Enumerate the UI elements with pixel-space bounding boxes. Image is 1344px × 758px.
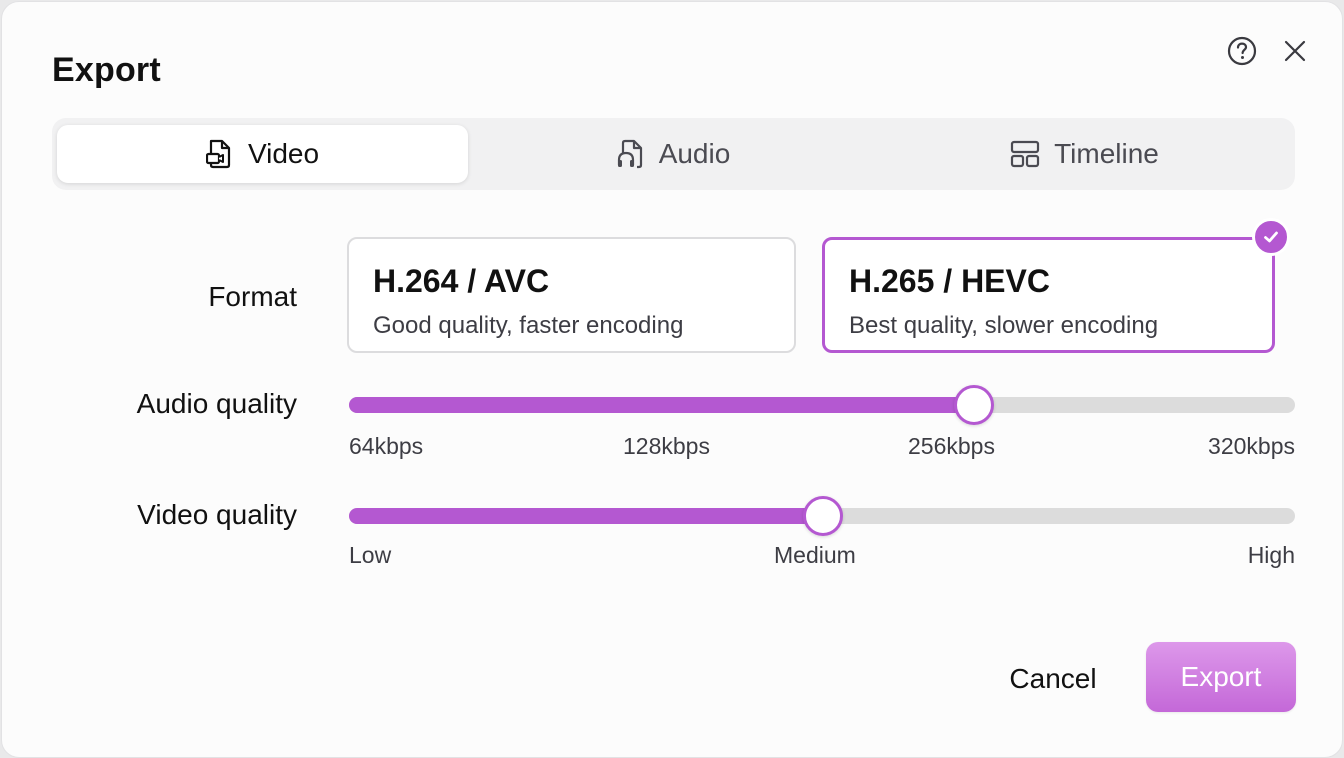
tab-audio-label: Audio xyxy=(658,138,731,169)
close-icon[interactable] xyxy=(1279,35,1311,67)
video-quality-fill xyxy=(349,508,822,524)
video-quality-label: Video quality xyxy=(137,499,297,530)
audio-quality-thumb[interactable] xyxy=(954,385,994,425)
tick-label: 64kbps xyxy=(349,433,424,459)
audio-quality-ticks: 64kbps 128kbps 256kbps 320kbps xyxy=(349,433,1295,461)
tab-video-label: Video xyxy=(247,138,320,169)
video-file-icon xyxy=(205,139,234,169)
timeline-layout-icon xyxy=(1010,139,1040,169)
format-option-title: H.265 / HEVC xyxy=(849,263,1050,299)
tick-label: High xyxy=(1247,542,1295,568)
tick-label: Medium xyxy=(774,542,856,568)
tab-audio[interactable]: Audio xyxy=(468,125,879,183)
export-dialog: Export Video Audio Timeline Format H.264… xyxy=(1,1,1343,758)
format-label: Format xyxy=(208,281,297,312)
video-quality-ticks: Low Medium High xyxy=(349,542,1295,570)
video-quality-thumb[interactable] xyxy=(803,496,843,536)
audio-quality-label: Audio quality xyxy=(136,388,297,419)
tab-timeline[interactable]: Timeline xyxy=(879,125,1290,183)
dialog-title: Export xyxy=(52,51,161,89)
format-option-description: Best quality, slower encoding xyxy=(849,312,1159,339)
format-option-h265[interactable]: H.265 / HEVC Best quality, slower encodi… xyxy=(822,237,1275,353)
tab-video[interactable]: Video xyxy=(57,125,468,183)
format-option-description: Good quality, faster encoding xyxy=(373,312,684,339)
tick-label: 128kbps xyxy=(623,433,710,459)
audio-file-icon xyxy=(617,139,645,169)
export-tabs: Video Audio Timeline xyxy=(52,118,1295,190)
selected-check-icon xyxy=(1252,218,1290,256)
help-circle-icon[interactable] xyxy=(1226,35,1258,67)
format-option-h264[interactable]: H.264 / AVC Good quality, faster encodin… xyxy=(347,237,796,353)
tick-label: 256kbps xyxy=(908,433,995,459)
video-quality-slider[interactable] xyxy=(349,496,1295,536)
tick-label: 320kbps xyxy=(1208,433,1295,459)
audio-quality-slider[interactable] xyxy=(349,385,1295,425)
export-button[interactable]: Export xyxy=(1146,642,1296,712)
tick-label: Low xyxy=(349,542,392,568)
format-option-title: H.264 / AVC xyxy=(373,263,550,299)
tab-timeline-label: Timeline xyxy=(1054,138,1159,169)
cancel-button[interactable]: Cancel xyxy=(988,657,1118,701)
audio-quality-fill xyxy=(349,397,973,413)
